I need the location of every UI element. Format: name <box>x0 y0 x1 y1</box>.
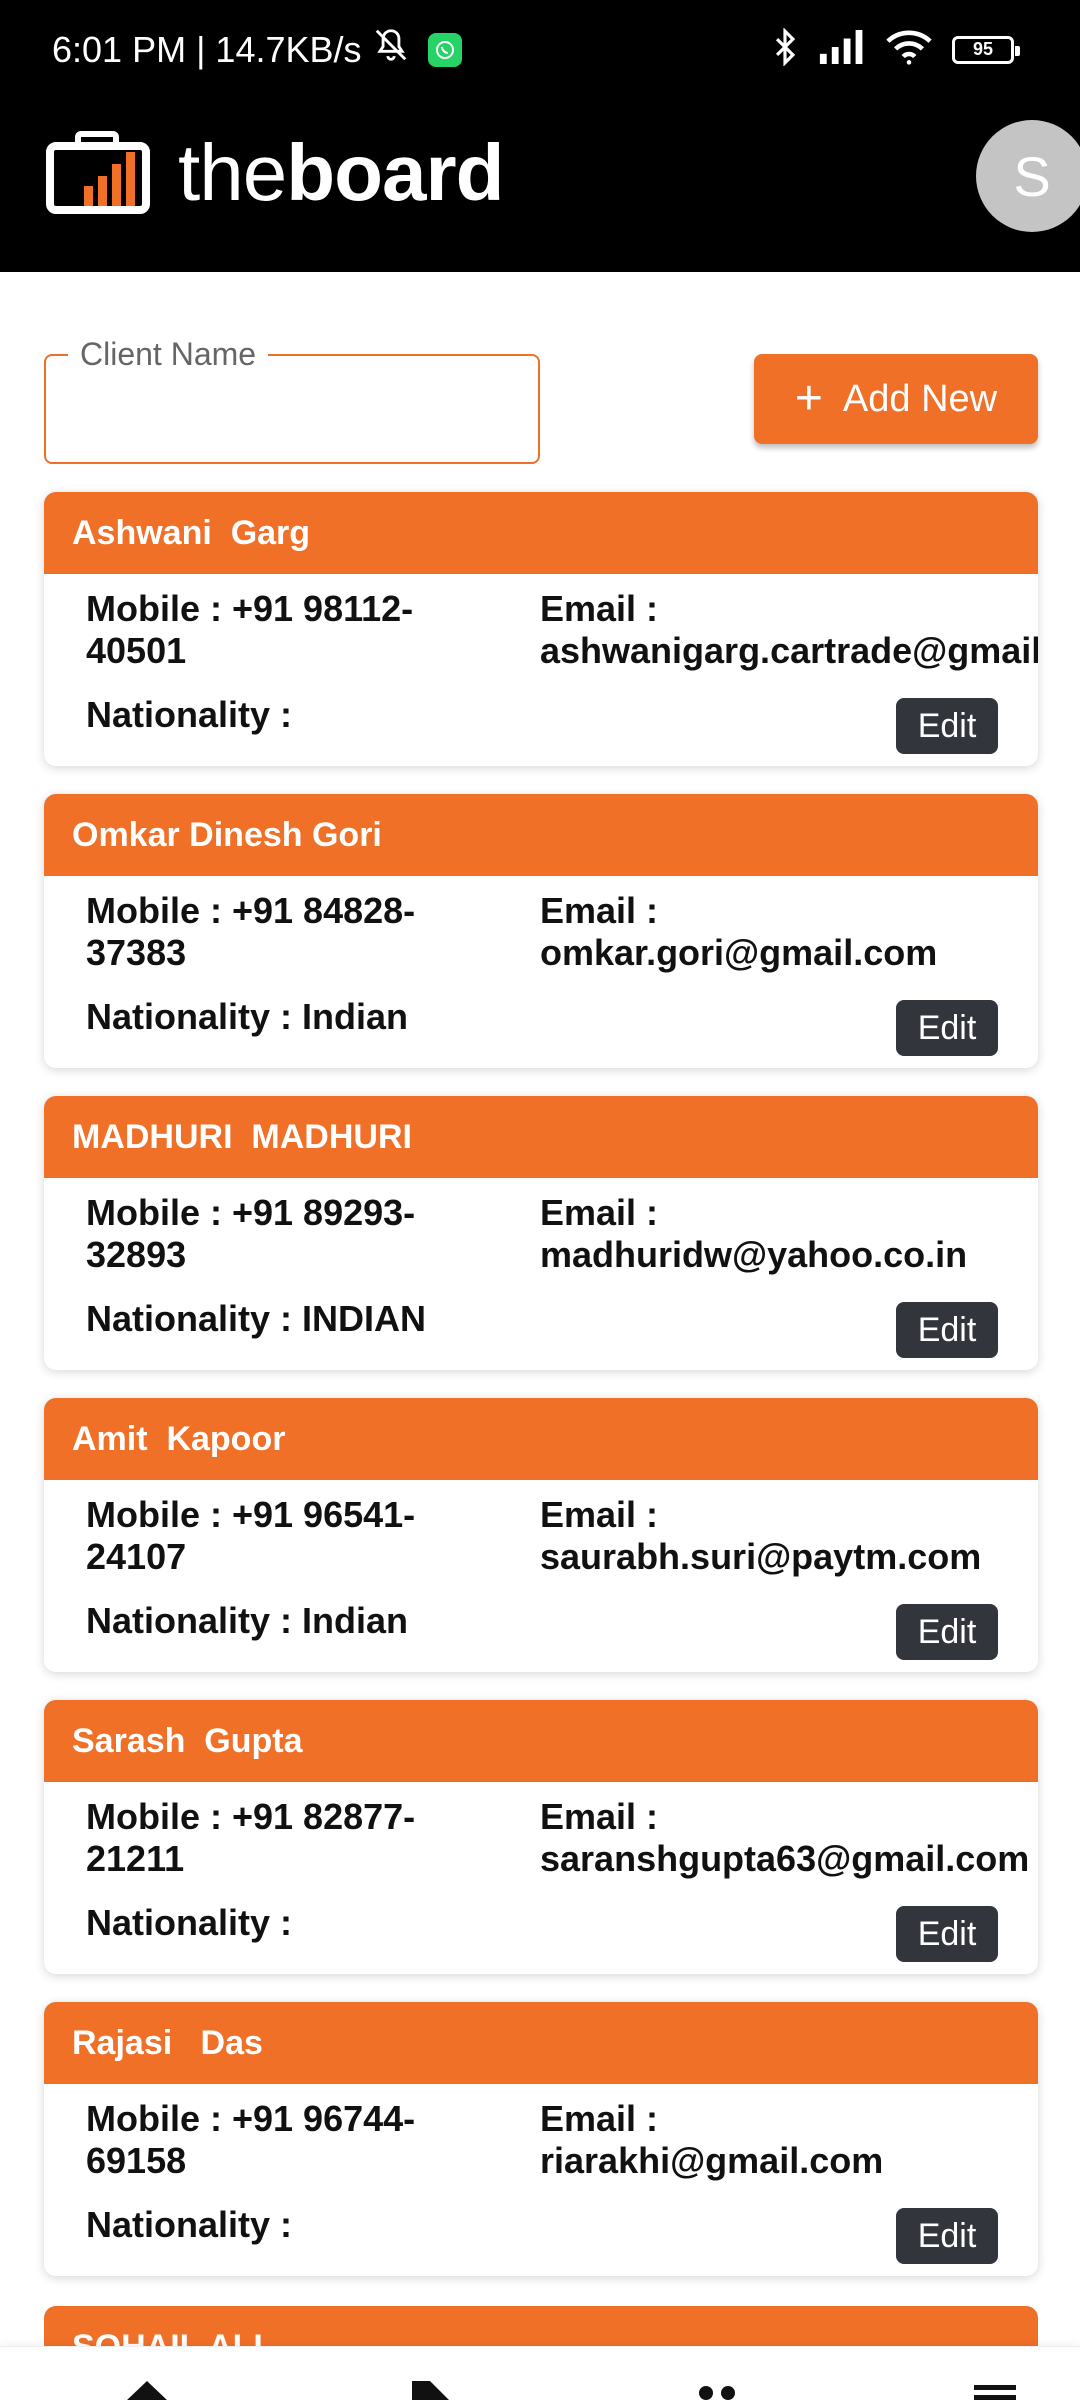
client-name: Ashwani Garg <box>44 492 1038 574</box>
client-card: Ashwani Garg Mobile : +91 98112-40501 Em… <box>44 492 1038 766</box>
edit-button[interactable]: Edit <box>896 2208 998 2264</box>
menu-icon[interactable] <box>970 2377 1020 2400</box>
email-label: Email : <box>540 1192 659 1233</box>
client-nationality: Nationality : INDIAN <box>86 1298 427 1339</box>
status-bar: 6:01 PM | 14.7KB/s 95 <box>0 0 1080 100</box>
client-card: Sarash Gupta Mobile : +91 82877-21211 Em… <box>44 1700 1038 1974</box>
whatsapp-icon <box>427 32 462 67</box>
email-label: Email : <box>540 2098 659 2139</box>
client-nationality: Nationality : <box>86 2204 293 2245</box>
client-email: ashwanigarg.cartrade@gmail.c <box>540 630 1038 671</box>
add-new-button[interactable]: + Add New <box>754 354 1038 444</box>
mute-bell-icon <box>372 26 410 73</box>
wifi-icon <box>886 29 932 70</box>
app-logo: theboard <box>44 128 504 217</box>
client-nationality: Nationality : <box>86 694 293 735</box>
plus-icon: + <box>794 372 823 425</box>
client-name-field[interactable]: Client Name <box>44 336 540 464</box>
client-mobile: Mobile : +91 89293-32893 <box>86 1192 416 1275</box>
edit-button[interactable]: Edit <box>896 1906 998 1962</box>
home-icon[interactable] <box>122 2377 172 2400</box>
client-email: omkar.gori@gmail.com <box>540 932 938 973</box>
client-email: riarakhi@gmail.com <box>540 2140 884 2181</box>
edit-button[interactable]: Edit <box>896 1604 998 1660</box>
client-card: MADHURI MADHURI Mobile : +91 89293-32893… <box>44 1096 1038 1370</box>
edit-button[interactable]: Edit <box>896 1302 998 1358</box>
edit-button[interactable]: Edit <box>896 1000 998 1056</box>
client-email: saurabh.suri@paytm.com <box>540 1536 982 1577</box>
bottom-nav <box>0 2346 1080 2400</box>
client-name-label: Client Name <box>68 336 269 373</box>
email-label: Email : <box>540 1796 659 1837</box>
briefcase-chart-icon <box>44 130 152 216</box>
battery-icon: 95 <box>952 35 1020 64</box>
people-icon[interactable] <box>692 2377 742 2400</box>
client-nationality: Nationality : Indian <box>86 1600 409 1641</box>
add-new-label: Add New <box>842 377 998 420</box>
client-mobile: Mobile : +91 96744-69158 <box>86 2098 416 2181</box>
client-email: madhuridw@yahoo.co.in <box>540 1234 968 1275</box>
avatar[interactable]: S <box>976 120 1080 232</box>
app-header: 6:01 PM | 14.7KB/s 95 theboard S <box>0 0 1080 272</box>
client-name: Sarash Gupta <box>44 1700 1038 1782</box>
client-nationality: Nationality : Indian <box>86 996 409 1037</box>
client-card: Amit Kapoor Mobile : +91 96541-24107 Ema… <box>44 1398 1038 1672</box>
bluetooth-icon <box>772 27 798 71</box>
email-label: Email : <box>540 890 659 931</box>
client-name: Amit Kapoor <box>44 1398 1038 1480</box>
client-mobile: Mobile : +91 84828-37383 <box>86 890 416 973</box>
client-mobile: Mobile : +91 96541-24107 <box>86 1494 416 1577</box>
client-email: saranshgupta63@gmail.com <box>540 1838 1030 1879</box>
client-mobile: Mobile : +91 98112-40501 <box>86 588 414 671</box>
client-name: Rajasi Das <box>44 2002 1038 2084</box>
client-card: Omkar Dinesh Gori Mobile : +91 84828-373… <box>44 794 1038 1068</box>
edit-button[interactable]: Edit <box>896 698 998 754</box>
client-name: Omkar Dinesh Gori <box>44 794 1038 876</box>
client-nationality: Nationality : <box>86 1902 293 1943</box>
client-name: MADHURI MADHURI <box>44 1096 1038 1178</box>
status-time-speed: 6:01 PM | 14.7KB/s <box>52 28 362 70</box>
brand-name-bold: board <box>286 128 504 217</box>
signal-icon <box>818 30 866 69</box>
tag-icon[interactable] <box>406 2377 456 2400</box>
brand-name-light: the <box>178 128 287 217</box>
email-label: Email : <box>540 1494 659 1535</box>
email-label: Email : <box>540 588 659 629</box>
client-mobile: Mobile : +91 82877-21211 <box>86 1796 416 1879</box>
client-card: Rajasi Das Mobile : +91 96744-69158 Emai… <box>44 2002 1038 2276</box>
